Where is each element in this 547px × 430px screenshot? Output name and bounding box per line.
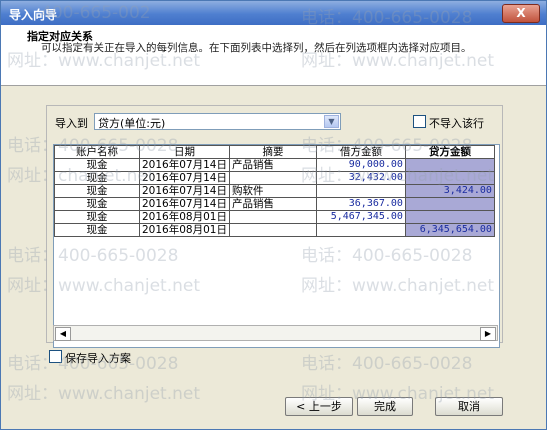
import-to-label: 导入到 <box>55 117 88 130</box>
cell-debit[interactable]: 90,000.00 <box>315 158 406 172</box>
cell-account[interactable]: 现金 <box>54 184 140 198</box>
watermark-text: 网址：www.chanjet.net <box>7 384 201 404</box>
cell-credit[interactable] <box>404 197 495 211</box>
save-scheme-checkbox[interactable] <box>49 350 62 363</box>
cell-summary[interactable] <box>228 210 317 224</box>
table-header-row: 账户名称 日期 摘要 借方金额 贷方金额 <box>54 145 495 159</box>
cell-debit[interactable]: 5,467,345.00 <box>315 210 406 224</box>
cell-date[interactable]: 2016年08月01日 <box>139 210 230 224</box>
cell-account[interactable]: 现金 <box>54 171 140 185</box>
table-row: 现金 2016年07月14日 32,432.00 <box>54 171 495 185</box>
chevron-down-icon[interactable]: ▼ <box>324 115 339 128</box>
cell-date[interactable]: 2016年07月14日 <box>139 184 230 198</box>
cell-debit[interactable] <box>315 184 406 198</box>
cell-account[interactable]: 现金 <box>54 223 140 237</box>
table-row: 现金 2016年08月01日 6,345,654.00 <box>54 223 495 237</box>
column-header-account[interactable]: 账户名称 <box>54 145 140 159</box>
cancel-button[interactable]: 取消 <box>435 397 503 416</box>
cell-summary[interactable]: 产品销售 <box>228 197 317 211</box>
skip-row-checkbox[interactable] <box>413 115 426 128</box>
table-row: 现金 2016年07月14日 购软件 3,424.00 <box>54 184 495 198</box>
skip-row-label: 不导入该行 <box>429 117 484 130</box>
scroll-right-icon[interactable]: ▶ <box>480 327 496 341</box>
cell-date[interactable]: 2016年07月14日 <box>139 158 230 172</box>
cell-account[interactable]: 现金 <box>54 197 140 211</box>
cell-debit[interactable]: 36,367.00 <box>315 197 406 211</box>
cell-date[interactable]: 2016年07月14日 <box>139 171 230 185</box>
cell-credit[interactable] <box>404 210 495 224</box>
cell-credit[interactable] <box>404 158 495 172</box>
cell-debit[interactable] <box>315 223 406 237</box>
window-title: 导入向导 <box>9 8 58 22</box>
cell-account[interactable]: 现金 <box>54 210 140 224</box>
step-description: 可以指定有关正在导入的每列信息。在下面列表中选择列，然后在列选项框内选择对应项目… <box>41 42 472 54</box>
import-to-value: 贷方(单位:元) <box>98 117 166 130</box>
table-row: 现金 2016年08月01日 5,467,345.00 <box>54 210 495 224</box>
prev-step-button[interactable]: < 上一步 <box>285 397 353 416</box>
column-header-summary[interactable]: 摘要 <box>228 145 317 159</box>
watermark-text: 电话：400-665-0028 <box>301 354 473 374</box>
column-header-date[interactable]: 日期 <box>139 145 230 159</box>
cell-summary[interactable] <box>228 171 317 185</box>
column-header-credit[interactable]: 贷方金额 <box>404 145 495 159</box>
import-to-select[interactable]: 贷方(单位:元) ▼ <box>94 113 341 130</box>
finish-button[interactable]: 完成 <box>357 397 413 416</box>
cell-summary[interactable]: 产品销售 <box>228 158 317 172</box>
cell-summary[interactable] <box>228 223 317 237</box>
table-row: 现金 2016年07月14日 产品销售 36,367.00 <box>54 197 495 211</box>
title-bar: 导入向导 X <box>1 1 546 25</box>
horizontal-scrollbar[interactable]: ◀ ▶ <box>53 325 498 341</box>
table-row: 现金 2016年07月14日 产品销售 90,000.00 <box>54 158 495 172</box>
import-wizard-window: 导入向导 X 指定对应关系 可以指定有关正在导入的每列信息。在下面列表中选择列，… <box>0 0 547 430</box>
cell-debit[interactable]: 32,432.00 <box>315 171 406 185</box>
column-header-debit[interactable]: 借方金额 <box>315 145 406 159</box>
cell-date[interactable]: 2016年08月01日 <box>139 223 230 237</box>
cell-account[interactable]: 现金 <box>54 158 140 172</box>
cell-credit[interactable]: 6,345,654.00 <box>404 223 495 237</box>
save-scheme-label: 保存导入方案 <box>65 352 131 365</box>
close-button[interactable]: X <box>502 4 540 23</box>
mapping-table: 账户名称 日期 摘要 借方金额 贷方金额 现金 2016年07月14日 产品销售… <box>54 145 495 237</box>
cell-summary[interactable]: 购软件 <box>228 184 317 198</box>
data-grid[interactable]: 账户名称 日期 摘要 借方金额 贷方金额 现金 2016年07月14日 产品销售… <box>53 144 500 348</box>
scroll-left-icon[interactable]: ◀ <box>55 327 71 341</box>
cell-credit[interactable] <box>404 171 495 185</box>
cell-date[interactable]: 2016年07月14日 <box>139 197 230 211</box>
cell-credit[interactable]: 3,424.00 <box>404 184 495 198</box>
